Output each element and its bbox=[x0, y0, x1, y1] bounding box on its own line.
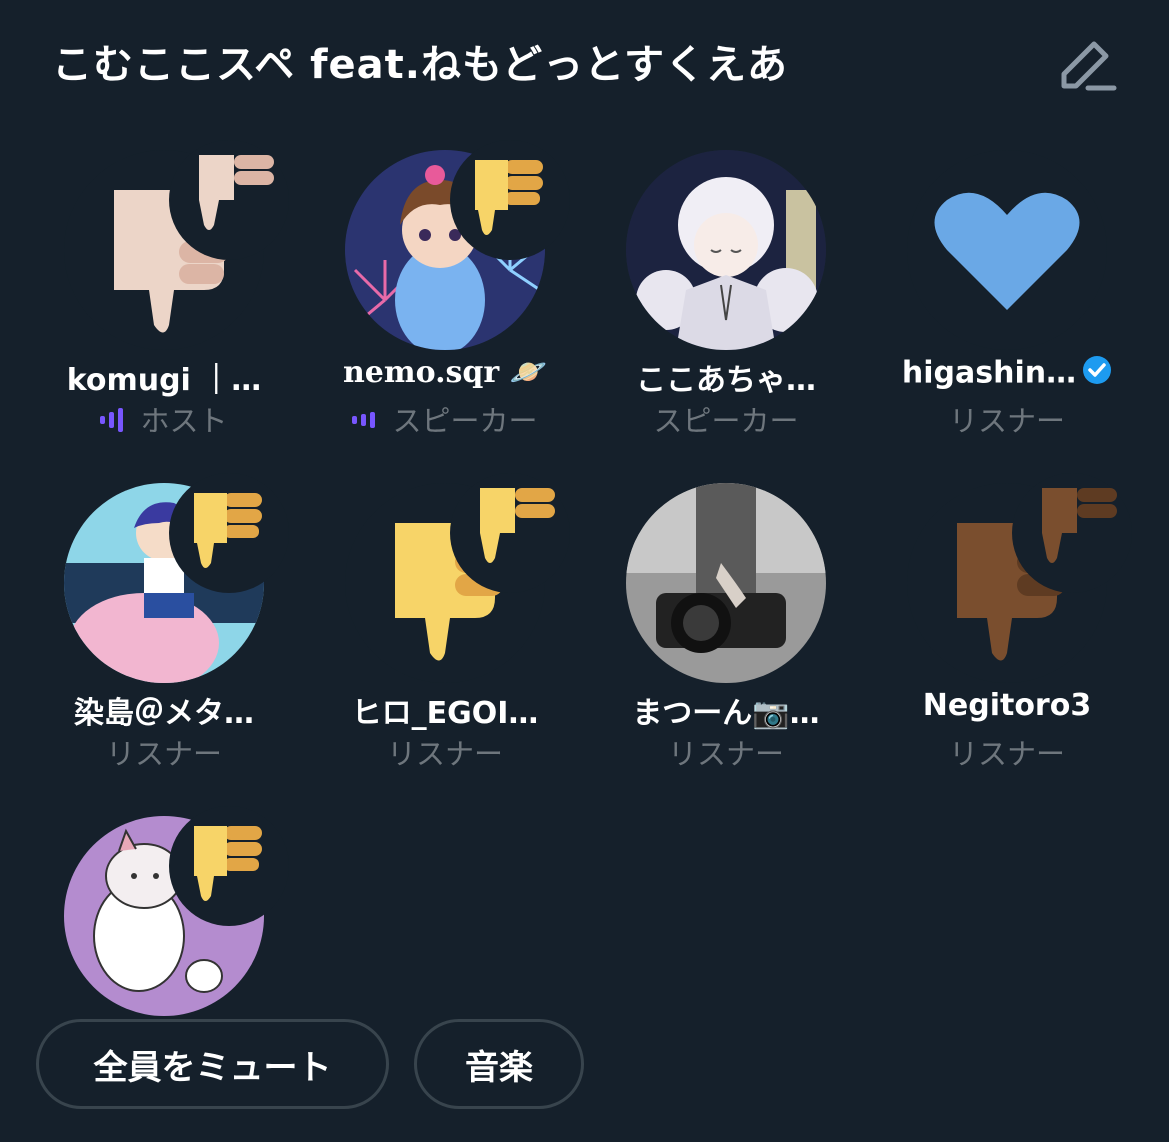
participant-role: ホスト bbox=[29, 398, 299, 441]
thumbs-down-reaction-icon bbox=[169, 473, 289, 593]
thumbs-down-reaction-icon bbox=[169, 140, 289, 260]
participant-role: リスナー bbox=[948, 737, 1065, 771]
thumbs-down-reaction-icon bbox=[1012, 473, 1132, 593]
participant-name: komugi ｜… bbox=[66, 363, 262, 398]
thumbs-down-reaction-icon bbox=[450, 473, 570, 593]
avatar bbox=[626, 150, 826, 350]
participant-higashin[interactable]: higashin… リスナー bbox=[872, 150, 1132, 450]
participant-negitoro3[interactable]: Negitoro3 リスナー bbox=[872, 473, 1132, 783]
speaking-wave-icon bbox=[352, 406, 384, 441]
participant-kokoa[interactable]: ここあちゃ… スピーカー bbox=[591, 150, 851, 450]
participant-name: 染島＠メタ… bbox=[74, 696, 254, 731]
speaking-wave-icon bbox=[100, 406, 132, 441]
participant-name: nemo.sqr 🪐 bbox=[342, 355, 548, 390]
participant-hiro[interactable]: ヒロ_EGOI… リスナー bbox=[310, 473, 570, 783]
avatar bbox=[907, 150, 1107, 350]
participant-nemo-sqr[interactable]: nemo.sqr 🪐 スピーカー bbox=[310, 140, 570, 450]
thumbs-down-reaction-icon bbox=[450, 140, 570, 260]
participant-role: スピーカー bbox=[653, 404, 799, 438]
participant-matsuun[interactable]: まつーん📷… リスナー bbox=[591, 483, 851, 783]
participant-name: Negitoro3 bbox=[922, 688, 1092, 723]
verified-badge-icon bbox=[1082, 355, 1112, 393]
participant-name: higashin… bbox=[872, 355, 1142, 393]
participant-role: スピーカー bbox=[310, 398, 580, 441]
avatar bbox=[626, 483, 826, 683]
thumbs-down-reaction-icon bbox=[169, 806, 289, 926]
mute-all-button[interactable]: 全員をミュート bbox=[36, 1019, 389, 1109]
participants-grid: komugi ｜… ホスト nemo.sqr 🪐 スピーカー ここあちゃ… スピ… bbox=[0, 0, 1169, 1142]
participant-name: ここあちゃ… bbox=[636, 363, 816, 398]
participant-someshima[interactable]: 染島＠メタ… リスナー bbox=[29, 473, 289, 783]
participant-role: リスナー bbox=[948, 404, 1065, 438]
participant-role: リスナー bbox=[105, 737, 222, 771]
participant-role: リスナー bbox=[667, 737, 784, 771]
participant-komugi[interactable]: komugi ｜… ホスト bbox=[29, 140, 289, 450]
participant-name: まつーん📷… bbox=[632, 696, 820, 731]
participant-role: リスナー bbox=[386, 737, 503, 771]
music-button[interactable]: 音楽 bbox=[414, 1019, 584, 1109]
participant-name: ヒロ_EGOI… bbox=[351, 696, 539, 731]
